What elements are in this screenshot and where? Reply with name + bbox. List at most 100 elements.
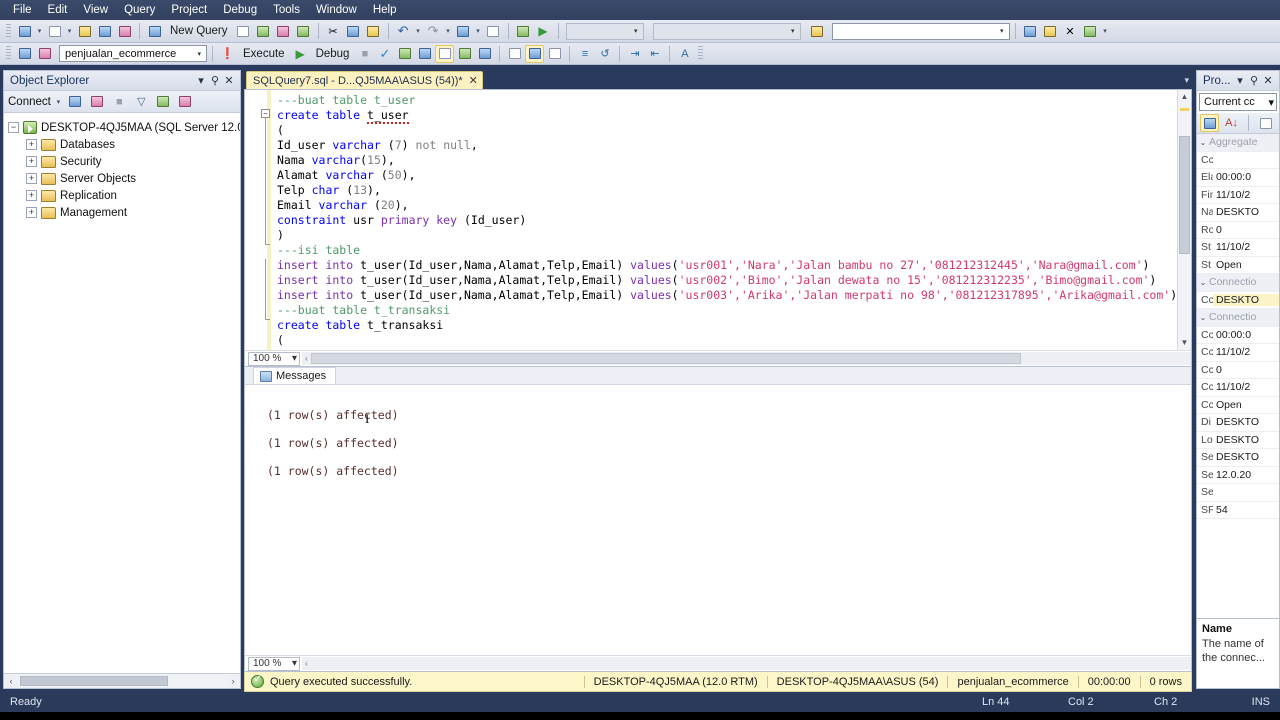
scroll-up-icon[interactable]: ▲ (1178, 90, 1191, 104)
display-estimated-plan-icon[interactable] (395, 45, 414, 63)
scroll-thumb[interactable] (20, 676, 168, 686)
tree-node-security[interactable]: + Security (8, 153, 238, 170)
database-combo[interactable]: penjualan_ecommerce ▾ (59, 45, 207, 62)
connect-dropdown-icon[interactable]: ▾ (54, 98, 63, 106)
menu-item-edit[interactable]: Edit (41, 2, 75, 18)
properties-row-value[interactable]: 54 (1213, 504, 1279, 516)
properties-row-value[interactable]: 11/10/2 (1213, 381, 1279, 393)
pin-icon[interactable]: ⚲ (208, 74, 222, 87)
toolbar-combo-left[interactable]: ▾ (565, 22, 644, 40)
navigate-backward-icon[interactable] (454, 22, 473, 40)
properties-row[interactable]: Ro 0 (1197, 222, 1279, 239)
results-to-file-icon[interactable] (545, 45, 564, 63)
connect-object-explorer-icon[interactable] (66, 93, 85, 111)
parse-icon[interactable]: ✓ (375, 45, 394, 63)
properties-row[interactable]: Cc 11/10/2 (1197, 344, 1279, 362)
properties-category-row[interactable]: ⌄ Connectio (1197, 309, 1279, 327)
copy-icon[interactable] (344, 22, 363, 40)
find-icon[interactable] (808, 22, 827, 40)
new-query-button[interactable]: New Query (165, 25, 233, 37)
sync-icon[interactable] (176, 93, 195, 111)
toolbar-overflow[interactable] (698, 46, 704, 61)
navigate-backward-dropdown-icon[interactable]: ▾ (474, 27, 483, 35)
save-icon[interactable] (95, 22, 114, 40)
scroll-right-icon[interactable]: › (226, 676, 240, 686)
properties-row-value[interactable]: 12.0.20 (1213, 469, 1279, 481)
stop-icon[interactable]: ■ (355, 45, 374, 63)
analysis-services-dmx-query-icon[interactable] (274, 22, 293, 40)
scroll-track[interactable] (18, 675, 226, 687)
execute-button[interactable]: Execute (238, 48, 290, 60)
cut-icon[interactable]: ✂ (324, 22, 343, 40)
tab-sqlquery7[interactable]: SQLQuery7.sql - D...QJ5MAA\ASUS (54))* ✕ (246, 71, 483, 89)
properties-row-value[interactable]: 00:00:0 (1213, 329, 1279, 341)
properties-row-value[interactable]: Open (1213, 259, 1279, 271)
scroll-left-icon[interactable]: ‹ (4, 676, 18, 686)
close-icon[interactable]: ✕ (469, 74, 478, 87)
include-live-stats-icon[interactable] (475, 45, 494, 63)
object-explorer-icon[interactable] (1021, 22, 1040, 40)
menu-item-tools[interactable]: Tools (266, 2, 307, 18)
tree-node-replication[interactable]: + Replication (8, 187, 238, 204)
new-item-dropdown-icon[interactable]: ▾ (65, 27, 74, 35)
object-explorer-hscrollbar[interactable]: ‹ › (4, 673, 240, 688)
results-to-grid-icon[interactable] (525, 44, 545, 63)
tab-messages[interactable]: Messages (253, 367, 337, 384)
debug-play-icon[interactable]: ▶ (291, 45, 310, 63)
properties-row[interactable]: Cc 11/10/2 (1197, 379, 1279, 397)
results-zoom-combo[interactable]: 100 % ▾ (248, 656, 300, 671)
specify-values-icon[interactable]: A (675, 45, 694, 63)
tree-node-management[interactable]: + Management (8, 204, 238, 221)
properties-row[interactable]: Cc DESKTO (1197, 292, 1279, 309)
tree-node-server[interactable]: − DESKTOP-4QJ5MAA (SQL Server 12.0.20 (8, 119, 240, 136)
properties-row-value[interactable]: DESKTO (1213, 451, 1279, 463)
connect-icon[interactable] (15, 45, 34, 63)
fold-margin[interactable]: − (245, 90, 271, 350)
menu-item-file[interactable]: File (6, 2, 39, 18)
properties-dropdown-icon[interactable]: ▾ (1101, 27, 1110, 35)
include-client-statistics-icon[interactable] (455, 45, 474, 63)
navigate-forward-icon[interactable] (484, 22, 503, 40)
menu-item-project[interactable]: Project (164, 2, 214, 18)
analysis-services-xmla-query-icon[interactable] (294, 22, 313, 40)
start-debug-icon[interactable]: ▶ (534, 22, 553, 40)
properties-category-row[interactable]: ⌄ Connectio (1197, 274, 1279, 292)
properties-row-value[interactable]: DESKTO (1213, 206, 1279, 218)
tree-node-server-objects[interactable]: + Server Objects (8, 170, 238, 187)
properties-grid[interactable]: ⌄AggregateCcEla00:00:0Fin11/10/2NaDESKTO… (1197, 134, 1279, 618)
expand-icon[interactable]: + (26, 139, 37, 150)
properties-object-combo[interactable]: Current cc ▾ (1199, 93, 1277, 111)
expand-icon[interactable]: + (26, 190, 37, 201)
scroll-left-icon[interactable]: ‹ (302, 659, 311, 668)
properties-category-row[interactable]: ⌄ Aggregate (1197, 134, 1279, 152)
tools-icon[interactable]: ✕ (1061, 22, 1080, 40)
expand-icon[interactable]: + (26, 156, 37, 167)
new-query-icon[interactable] (145, 22, 164, 40)
properties-row[interactable]: Lo DESKTO (1197, 432, 1279, 449)
database-engine-query-icon[interactable] (234, 22, 253, 40)
undo-dropdown-icon[interactable]: ▾ (414, 27, 423, 35)
paste-icon[interactable] (364, 22, 383, 40)
properties-row[interactable]: St Open (1197, 257, 1279, 274)
chevron-down-icon[interactable]: ▾ (194, 74, 208, 87)
properties-row[interactable]: Cc 00:00:0 (1197, 327, 1279, 344)
analysis-services-mdx-query-icon[interactable] (254, 22, 273, 40)
results-hscrollbar[interactable]: ‹ (302, 657, 1191, 670)
properties-row-value[interactable]: 11/10/2 (1213, 189, 1279, 201)
include-actual-plan-icon[interactable] (435, 44, 455, 63)
expand-icon[interactable]: + (26, 173, 37, 184)
find-input[interactable]: ▾ (831, 22, 1010, 40)
disconnect-icon[interactable] (88, 93, 107, 111)
comment-icon[interactable]: ≡ (575, 45, 594, 63)
properties-row-value[interactable]: DESKTO (1213, 293, 1279, 306)
messages-content[interactable]: (1 row(s) affected) (1 row(s) affected) … (245, 385, 1191, 655)
redo-icon[interactable]: ↷ (424, 22, 443, 40)
new-project-icon[interactable] (15, 22, 34, 40)
editor-zoom-combo[interactable]: 100 % ▾ (248, 351, 300, 366)
new-project-dropdown-icon[interactable]: ▾ (35, 27, 44, 35)
properties-row[interactable]: Na DESKTO (1197, 204, 1279, 222)
scroll-left-icon[interactable]: ‹ (302, 354, 311, 363)
editor-vscrollbar[interactable]: ▲ ▼ (1177, 90, 1191, 350)
collapse-icon[interactable]: − (8, 122, 19, 133)
properties-window-icon[interactable] (1081, 22, 1100, 40)
